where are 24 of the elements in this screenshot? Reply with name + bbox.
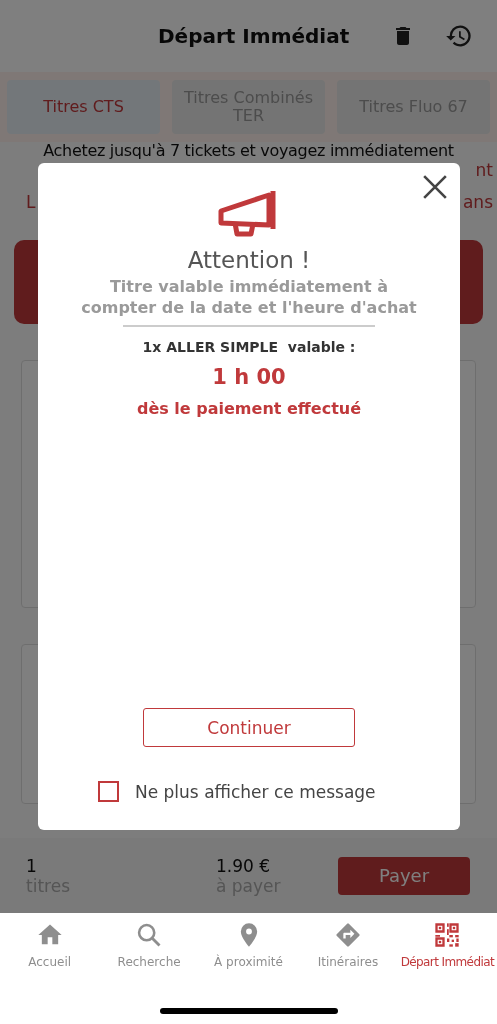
page-title: Départ Immédiat — [158, 24, 351, 48]
nav-tab[interactable]: Itinéraires — [298, 921, 398, 969]
duration-text: 1 h 00 — [212, 364, 286, 389]
info-text: nt — [474, 160, 493, 180]
intro-text: Achetez jusqu'à 7 tickets et voyagez immédiatement — [42, 142, 455, 160]
duration-note: dès le paiement effectué — [136, 398, 362, 418]
ticket-count: 1 — [26, 855, 38, 876]
close-icon[interactable] — [422, 174, 448, 200]
nav-tab[interactable]: Départ Immédiat — [397, 921, 497, 969]
dialog-title: Attention ! — [187, 247, 311, 273]
validity-text: 1x ALLER SIMPLE valable : — [142, 338, 356, 355]
info-text: L — [25, 192, 36, 212]
checkbox-label: Ne plus afficher ce message — [135, 781, 376, 802]
continue-button[interactable]: Continuer — [143, 708, 355, 747]
nav-tab[interactable]: À proximité — [198, 921, 299, 969]
nav-tab[interactable]: Accueil — [0, 921, 100, 969]
dialog-message: Titre valable immédiatement à compter de la date et l'heure d'achat — [80, 277, 418, 319]
qr-code-icon — [433, 921, 462, 949]
total-price: 1.90 € — [216, 855, 272, 876]
checkbox[interactable] — [98, 781, 119, 802]
info-text: ans — [461, 192, 493, 212]
nav-tab[interactable]: Recherche — [99, 921, 199, 969]
pay-button[interactable]: Payer — [338, 856, 470, 895]
ticket-tab[interactable]: Titres CTS — [7, 80, 160, 134]
